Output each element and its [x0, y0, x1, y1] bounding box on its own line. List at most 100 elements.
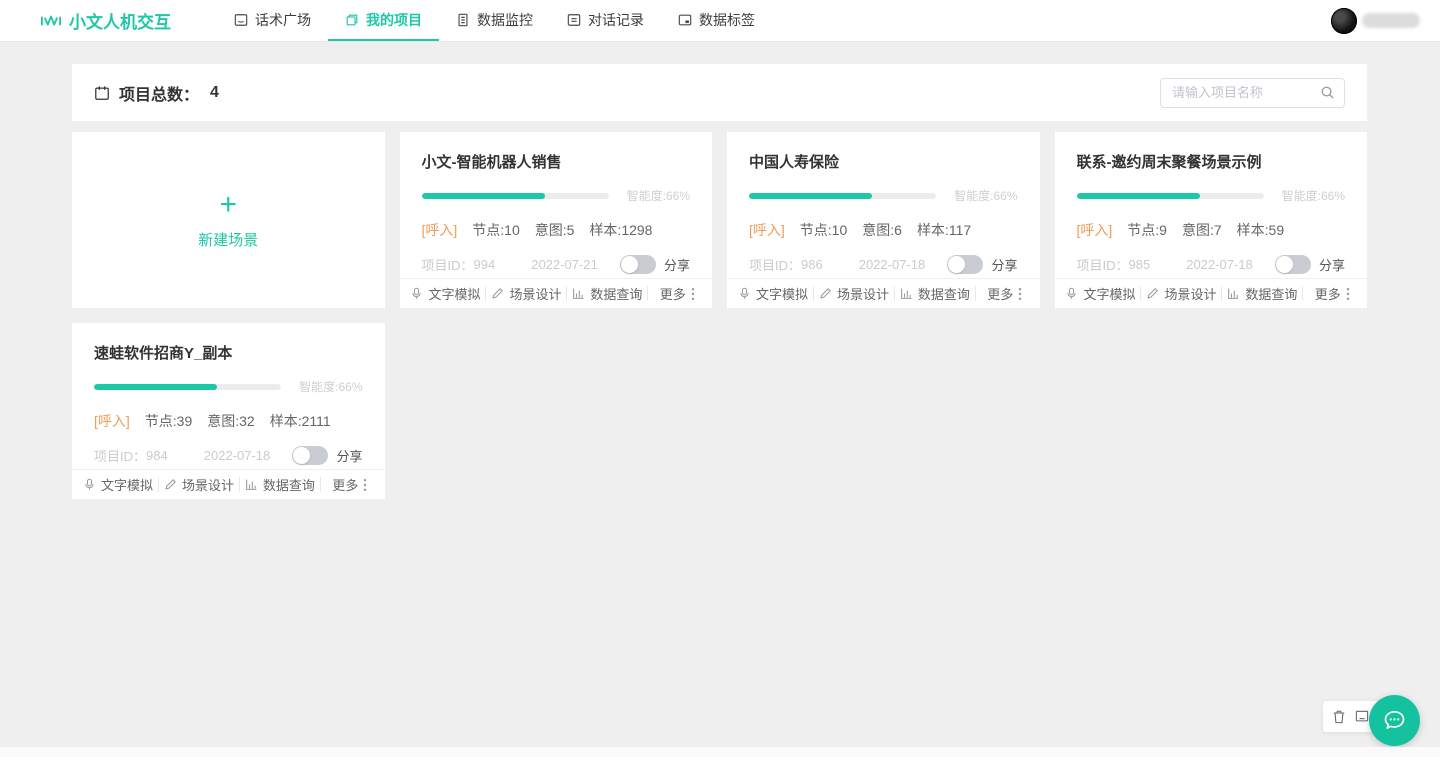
main-content: 项目总数： 4 + 新建场景 小文-智能机器人销售	[0, 42, 1440, 499]
scene-design-button[interactable]: 场景设计	[157, 477, 239, 493]
tab-label: 话术广场	[255, 11, 311, 28]
intelligence-label: 智能度:66%	[626, 189, 690, 203]
app-logo[interactable]: 小文人机交互	[40, 0, 171, 41]
tab-dialog-records[interactable]: 对话记录	[550, 0, 661, 41]
logo-text: 小文人机交互	[69, 13, 171, 32]
project-id: 986	[801, 257, 823, 272]
text-simulation-button[interactable]: 文字模拟	[1061, 286, 1141, 302]
user-menu[interactable]	[1331, 0, 1420, 41]
tab-huashu-plaza[interactable]: 话术广场	[217, 0, 328, 41]
call-direction-tag: [呼入]	[421, 222, 458, 238]
project-grid: + 新建场景 小文-智能机器人销售 智能度:66% [呼入] 节点:10 意图:…	[72, 132, 1367, 499]
project-id: 994	[473, 257, 496, 272]
new-scene-card[interactable]: + 新建场景	[72, 132, 385, 308]
project-card: 速蛙软件招商Y_副本 智能度:66% [呼入] 节点:39 意图:32 样本:2…	[72, 323, 385, 499]
intents-stat: 意图:6	[862, 222, 902, 238]
top-nav: 小文人机交互 话术广场 我的项目 数据监控 对话记录 数据标签	[0, 0, 1440, 42]
search-input[interactable]	[1172, 85, 1320, 100]
nodes-stat: 节点:39	[144, 413, 193, 429]
data-query-button[interactable]: 数据查询	[1221, 286, 1302, 302]
project-title: 中国人寿保险	[749, 154, 840, 171]
bottom-strip	[0, 747, 1440, 757]
data-query-button[interactable]: 数据查询	[238, 477, 320, 493]
project-id-label: 项目ID：	[749, 258, 802, 273]
samples-stat: 样本:1298	[589, 222, 653, 238]
project-total-label: 项目总数：	[119, 86, 200, 104]
call-direction-tag: [呼入]	[94, 413, 130, 429]
more-button[interactable]: 更多	[1302, 286, 1361, 302]
avatar[interactable]	[1331, 7, 1357, 34]
data-query-button[interactable]: 数据查询	[893, 286, 975, 302]
page-header: 项目总数： 4	[72, 64, 1367, 121]
share-label: 分享	[1318, 258, 1345, 273]
more-button[interactable]: 更多	[974, 286, 1034, 302]
share-label: 分享	[663, 258, 690, 273]
intelligence-label: 智能度:66%	[954, 189, 1018, 203]
project-title: 联系-邀约周末聚餐场景示例	[1076, 154, 1262, 171]
username-redacted	[1362, 13, 1420, 28]
more-button[interactable]: 更多	[319, 477, 379, 493]
plus-icon: +	[219, 188, 238, 221]
intents-stat: 意图:32	[207, 413, 255, 429]
tab-data-tags[interactable]: 数据标签	[661, 0, 772, 41]
project-id-label: 项目ID：	[1076, 258, 1129, 273]
project-card: 小文-智能机器人销售 智能度:66% [呼入] 节点:10 意图:5 样本:12…	[399, 132, 712, 308]
customer-service-chat-button[interactable]	[1369, 695, 1420, 746]
tab-label: 数据监控	[477, 11, 533, 28]
data-query-button[interactable]: 数据查询	[566, 286, 647, 302]
project-date: 2022-07-21	[531, 257, 598, 272]
chat-bubble-icon	[1381, 707, 1408, 734]
nodes-stat: 节点:10	[472, 222, 520, 238]
project-id: 984	[146, 448, 168, 463]
more-button[interactable]: 更多	[647, 286, 706, 302]
card-footer: 文字模拟 场景设计 数据查询 更多	[399, 278, 712, 308]
projects-icon	[345, 13, 359, 27]
project-date: 2022-07-18	[203, 448, 271, 463]
project-card: 中国人寿保险 智能度:66% [呼入] 节点:10 意图:6 样本:117 项目…	[727, 132, 1040, 308]
calendar-icon	[94, 85, 110, 101]
records-icon	[567, 13, 581, 27]
more-dots-icon	[691, 287, 694, 300]
intelligence-label: 智能度:66%	[1281, 189, 1345, 203]
search-icon[interactable]	[1320, 85, 1335, 100]
text-simulation-button[interactable]: 文字模拟	[78, 477, 158, 493]
project-id-label: 项目ID：	[421, 258, 474, 273]
tab-label: 我的项目	[366, 11, 422, 28]
text-simulation-button[interactable]: 文字模拟	[406, 286, 486, 302]
text-simulation-button[interactable]: 文字模拟	[733, 286, 813, 302]
scene-design-button[interactable]: 场景设计	[1140, 286, 1221, 302]
intelligence-progress	[94, 383, 281, 390]
mini-screen-icon[interactable]	[1355, 710, 1369, 723]
plaza-icon	[234, 13, 248, 27]
project-title: 速蛙软件招商Y_副本	[94, 345, 233, 362]
logo-icon	[40, 11, 62, 31]
card-footer: 文字模拟 场景设计 数据查询 更多	[72, 469, 385, 499]
intelligence-progress	[421, 192, 609, 199]
share-label: 分享	[336, 449, 363, 464]
scene-design-button[interactable]: 场景设计	[485, 286, 566, 302]
samples-stat: 样本:59	[1236, 222, 1285, 238]
intelligence-label: 智能度:66%	[299, 380, 363, 394]
share-toggle[interactable]	[1274, 255, 1311, 274]
tags-icon	[678, 13, 692, 27]
scene-design-button[interactable]: 场景设计	[812, 286, 894, 302]
new-scene-label: 新建场景	[198, 232, 259, 249]
project-total: 项目总数： 4	[94, 81, 219, 105]
share-toggle[interactable]	[947, 255, 984, 274]
tab-data-monitor[interactable]: 数据监控	[439, 0, 550, 41]
share-toggle[interactable]	[292, 446, 329, 465]
intelligence-progress	[749, 192, 936, 199]
tab-label: 数据标签	[699, 11, 755, 28]
intents-stat: 意图:7	[1181, 222, 1222, 238]
project-total-count: 4	[210, 83, 219, 101]
project-id-label: 项目ID：	[94, 449, 147, 464]
more-dots-icon	[1018, 287, 1022, 300]
share-toggle[interactable]	[619, 255, 656, 274]
tab-my-projects[interactable]: 我的项目	[328, 0, 439, 41]
project-search	[1160, 77, 1345, 108]
trash-icon[interactable]	[1332, 709, 1346, 724]
more-dots-icon	[1346, 287, 1349, 300]
monitor-icon	[456, 13, 470, 27]
card-footer: 文字模拟 场景设计 数据查询 更多	[727, 278, 1040, 308]
nav-tabs: 话术广场 我的项目 数据监控 对话记录 数据标签	[217, 0, 772, 41]
